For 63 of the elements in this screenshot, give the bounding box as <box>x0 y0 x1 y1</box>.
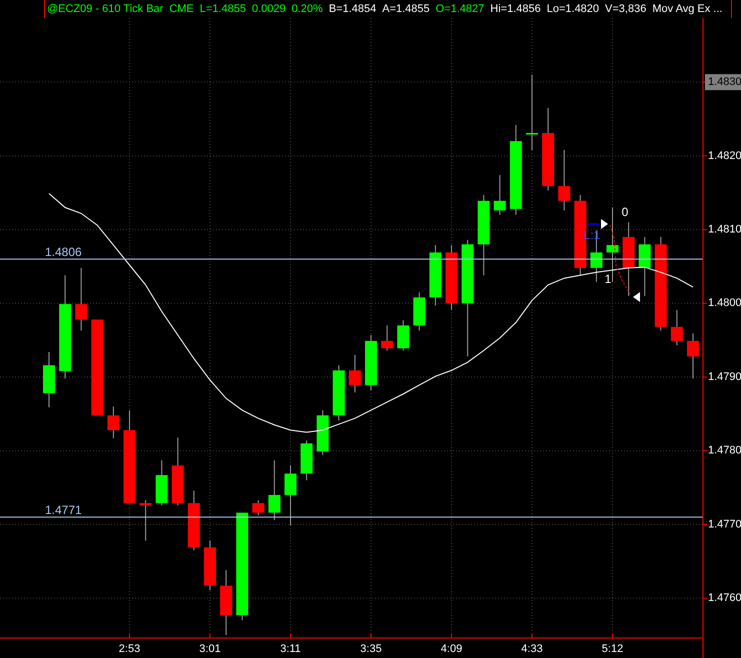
candlestick <box>107 406 120 439</box>
axis-label: 1.4780 <box>708 444 741 457</box>
price-marker: 1.4830 <box>705 74 741 90</box>
candlestick <box>638 236 651 296</box>
candlestick <box>172 436 184 506</box>
axis-label: 3:11 <box>280 642 301 655</box>
price-level-label: 1.4771 <box>45 503 82 518</box>
quote-field: B=1.4854 <box>328 3 376 15</box>
candlestick <box>300 440 313 481</box>
candlestick <box>188 490 200 551</box>
candlestick <box>204 540 216 591</box>
quote-field: Lo=1.4820 <box>546 3 600 15</box>
trade-label: 0 <box>622 205 628 220</box>
trade-path-line <box>610 224 630 294</box>
quote-field: A=1.4855 <box>382 3 430 15</box>
axis-label: 1.4790 <box>708 370 741 383</box>
candlestick <box>156 460 168 506</box>
axis-label: 4:09 <box>440 642 462 655</box>
axis-label: 1.4800 <box>708 297 741 310</box>
axis-label: 1.4770 <box>708 518 741 530</box>
y-tick-label: 1.4830 <box>708 76 741 88</box>
price-level-label: 1.4806 <box>45 245 82 260</box>
quote-field: Hi=1.4856 <box>490 3 541 15</box>
axis-label: 3:35 <box>360 642 382 655</box>
axis-label: 3:01 <box>199 642 221 655</box>
candlestick <box>75 267 88 332</box>
arrow-icon <box>633 292 640 302</box>
quote-field: L=1.4855 <box>200 3 246 15</box>
arrow-icon <box>601 219 608 229</box>
axis-label: 4:33 <box>521 642 543 655</box>
axis-label: 1.4760 <box>708 592 741 604</box>
candlestick <box>284 465 296 526</box>
candlestick <box>43 351 55 408</box>
candlestick <box>494 174 506 216</box>
candlestick <box>348 354 361 393</box>
candlestick <box>140 500 152 542</box>
axis-label: 5:12 <box>602 642 624 655</box>
candlestick <box>429 244 442 306</box>
axis-label: 1.4810 <box>708 224 741 236</box>
candlestick <box>381 324 394 351</box>
candlestick <box>446 244 458 310</box>
axis-label: 2:53 <box>118 642 140 655</box>
candlestick <box>252 500 264 516</box>
quote-field: V=3,836 <box>605 3 646 15</box>
quote-field: 0.0029 <box>252 3 286 15</box>
quote-field: 0.20% <box>292 3 323 15</box>
trade-label: 1 <box>604 272 612 286</box>
axis-label: 1.4820 <box>708 150 741 162</box>
candlestick <box>316 410 329 456</box>
candlestick <box>670 309 683 346</box>
candlestick <box>220 570 232 636</box>
candlestick <box>413 292 426 332</box>
candlestick <box>268 460 280 521</box>
quote-field: @ECZ09 - 610 Tick Bar <box>47 3 164 15</box>
quote-field: CME <box>169 3 194 15</box>
candlestick <box>687 333 699 379</box>
quote-field: Mov Avg Ex ... <box>652 3 722 15</box>
candlestick <box>558 149 570 211</box>
entry-marker-line <box>588 223 599 225</box>
candlestick <box>365 334 377 391</box>
quote-field: O=1.4827 <box>436 3 484 15</box>
candlestick <box>397 320 410 351</box>
candlestick <box>332 364 345 422</box>
